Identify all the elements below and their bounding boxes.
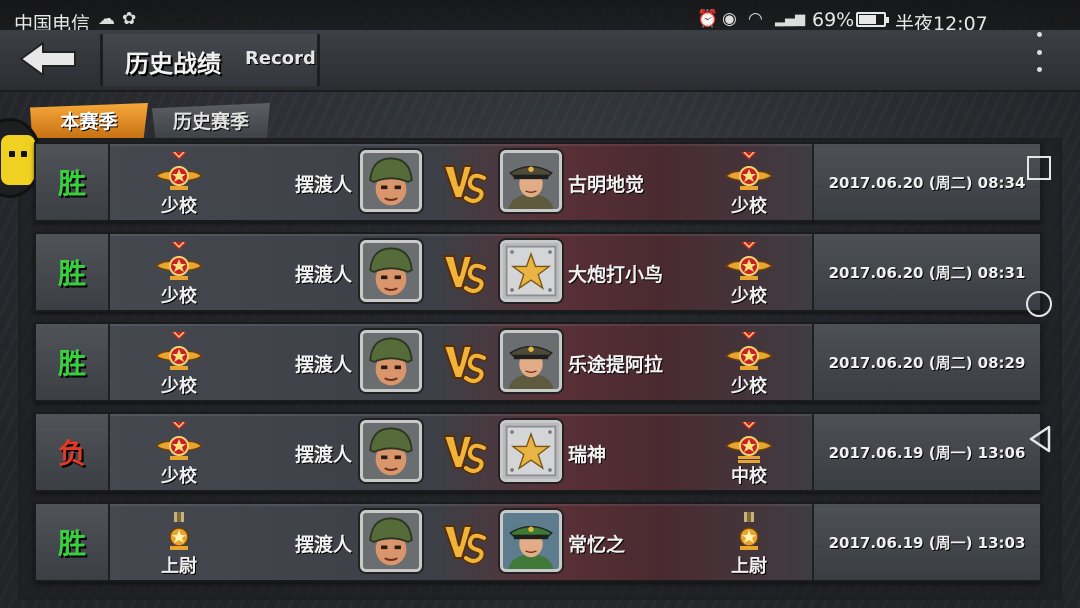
opponent-rank: 中校	[731, 466, 767, 487]
battle-date: 2017.06.19 (周一) 13:06	[812, 414, 1040, 490]
player-avatar[interactable]	[360, 510, 422, 572]
app-notification-icon: ✿	[122, 9, 137, 29]
opponent-rank: 少校	[731, 376, 767, 397]
more-menu-icon[interactable]	[1028, 32, 1050, 72]
page-title: 历史战绩	[125, 50, 221, 78]
player-rank: 少校	[161, 196, 197, 217]
battle-result: 胜	[36, 504, 110, 580]
vs-icon	[442, 160, 488, 206]
back-arrow-icon	[19, 41, 76, 77]
player-rank: 少校	[161, 466, 197, 487]
player-rank-badge-icon	[154, 151, 204, 194]
battery-icon	[856, 12, 889, 27]
opponent-rank: 上尉	[731, 556, 767, 577]
battle-row[interactable]: 负 少校 摆渡人 瑞神 中校 2017.06.19 (周一) 13:06	[34, 412, 1042, 492]
opponent-rank-badge-icon	[724, 331, 774, 374]
battle-result: 胜	[36, 234, 110, 310]
eye-icon: ◉	[722, 9, 737, 29]
player-avatar[interactable]	[360, 240, 422, 302]
recent-apps-button[interactable]	[1027, 156, 1051, 180]
opponent-name: 古明地觉	[568, 174, 645, 196]
vs-icon	[442, 430, 488, 476]
player-rank-badge-icon	[154, 241, 204, 284]
battle-row[interactable]: 胜 上尉 摆渡人 常忆之 上尉 2017.06.19 (周一) 13:03	[34, 502, 1042, 582]
wifi-icon: ◠	[748, 9, 763, 29]
battle-row[interactable]: 胜 少校 摆渡人 乐途提阿拉 少校 2017.06.20 (周二) 08:29	[34, 322, 1042, 402]
opponent-name: 大炮打小鸟	[568, 264, 664, 286]
signal-icon: ▂▄▆	[775, 12, 805, 27]
battle-date: 2017.06.20 (周二) 08:29	[812, 324, 1040, 400]
opponent-rank-badge-icon	[724, 151, 774, 194]
vs-icon	[442, 340, 488, 386]
header: 历史战绩 Record	[0, 30, 1080, 92]
player-name: 摆渡人	[294, 174, 352, 196]
alarm-icon: ⏰	[697, 9, 719, 29]
opponent-avatar[interactable]	[500, 330, 562, 392]
opponent-rank: 少校	[731, 196, 767, 217]
tab-current-season[interactable]: 本赛季	[30, 103, 148, 141]
player-rank: 上尉	[161, 556, 197, 577]
battle-row[interactable]: 胜 少校 摆渡人 大炮打小鸟 少校 2017.06.20 (周二) 08:31	[34, 232, 1042, 312]
page-title-box: 历史战绩 Record	[100, 34, 320, 86]
player-name: 摆渡人	[294, 534, 352, 556]
nav-back-button[interactable]	[1027, 425, 1053, 453]
opponent-rank-badge-icon	[724, 241, 774, 284]
opponent-name: 乐途提阿拉	[568, 354, 664, 376]
player-rank: 少校	[161, 286, 197, 307]
player-rank: 少校	[161, 376, 197, 397]
player-name: 摆渡人	[294, 354, 352, 376]
opponent-rank-badge-icon	[724, 512, 774, 554]
back-button[interactable]	[12, 38, 86, 80]
player-avatar[interactable]	[360, 420, 422, 482]
opponent-name: 常忆之	[568, 534, 626, 556]
player-name: 摆渡人	[294, 444, 352, 466]
opponent-avatar[interactable]	[500, 240, 562, 302]
battle-date: 2017.06.19 (周一) 13:03	[812, 504, 1040, 580]
battle-row[interactable]: 胜 少校 摆渡人 古明地觉 少校 2017.06.20 (周二) 08:34	[34, 142, 1042, 222]
opponent-avatar[interactable]	[500, 510, 562, 572]
tab-history-season[interactable]: 历史赛季	[152, 103, 270, 141]
player-rank-badge-icon	[154, 512, 204, 554]
player-avatar[interactable]	[360, 150, 422, 212]
page-title-en: Record	[245, 48, 316, 69]
battle-date: 2017.06.20 (周二) 08:31	[812, 234, 1040, 310]
weather-icon: ☁	[98, 9, 115, 29]
battle-result: 胜	[36, 324, 110, 400]
opponent-avatar[interactable]	[500, 150, 562, 212]
player-name: 摆渡人	[294, 264, 352, 286]
player-avatar[interactable]	[360, 330, 422, 392]
opponent-rank: 少校	[731, 286, 767, 307]
opponent-name: 瑞神	[568, 444, 607, 466]
vs-icon	[442, 250, 488, 296]
home-button[interactable]	[1026, 291, 1052, 317]
opponent-avatar[interactable]	[500, 420, 562, 482]
battle-date: 2017.06.20 (周二) 08:34	[812, 144, 1040, 220]
battery-percent: 69%	[812, 9, 855, 31]
opponent-rank-badge-icon	[724, 421, 774, 464]
battle-result: 胜	[36, 144, 110, 220]
player-rank-badge-icon	[154, 421, 204, 464]
battle-result: 负	[36, 414, 110, 490]
player-rank-badge-icon	[154, 331, 204, 374]
vs-icon	[442, 520, 488, 566]
cartoon-face-icon	[1, 135, 35, 185]
